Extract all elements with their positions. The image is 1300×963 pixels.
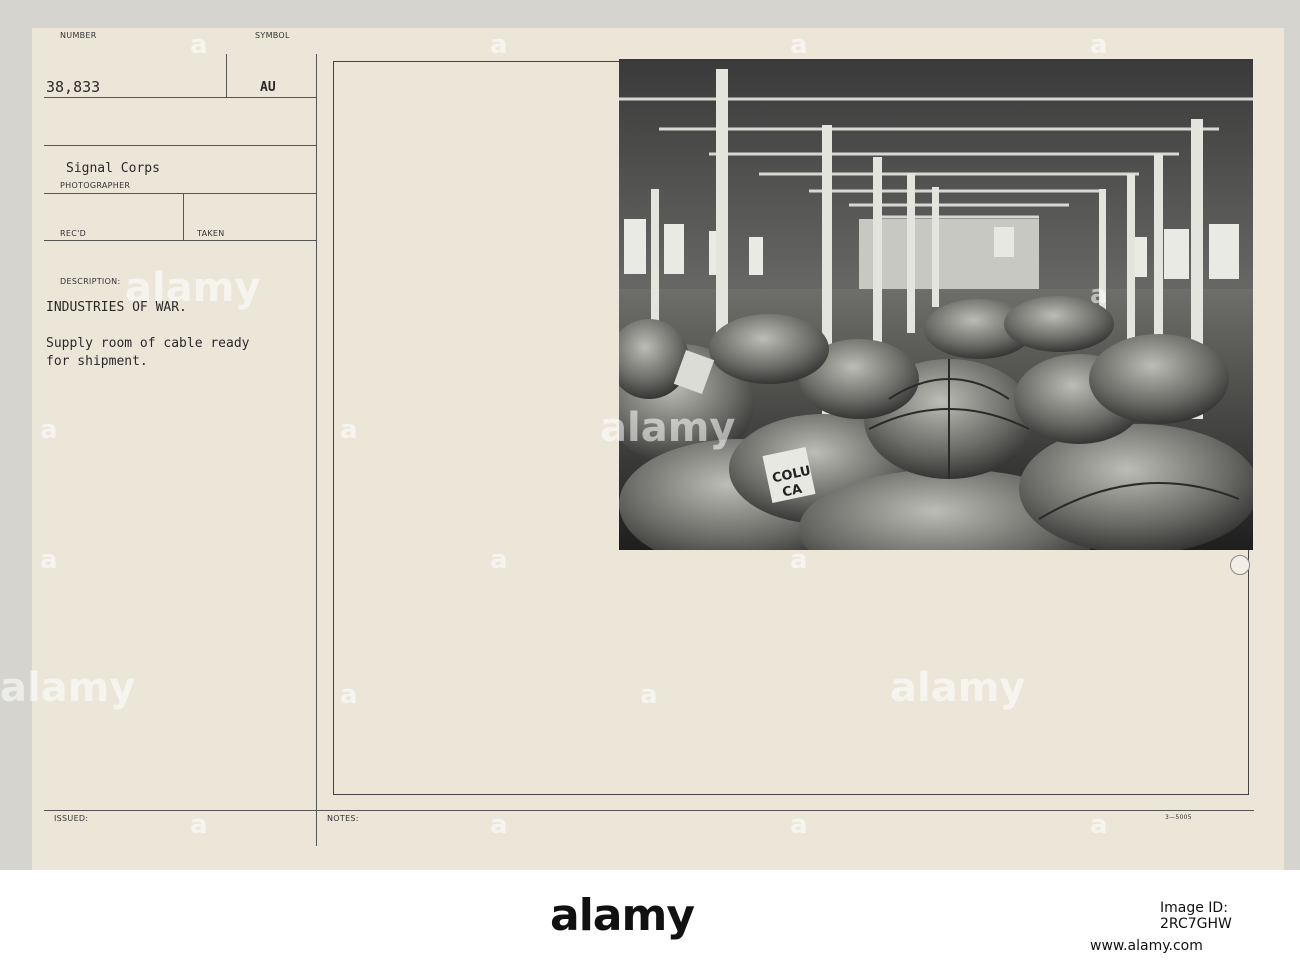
form-code: 3—5005 [1165, 814, 1192, 821]
recd-label: REC'D [60, 229, 87, 238]
recd-taken-divider [183, 194, 184, 240]
watermark-left: alamy [125, 265, 261, 311]
watermark-a-9: a [790, 545, 808, 575]
watermark-a-13: a [490, 810, 508, 840]
symbol-label: SYMBOL [255, 31, 290, 40]
photographer-value: Signal Corps [66, 161, 160, 176]
watermark-a-3: a [790, 30, 808, 60]
number-value: 38,833 [46, 78, 101, 96]
watermark-a-16: a [1090, 280, 1108, 310]
watermark-a-5: a [40, 415, 58, 445]
number-label: NUMBER [60, 31, 97, 40]
description-line1: Supply room of cable ready [46, 336, 250, 351]
watermark-a-14: a [790, 810, 808, 840]
watermark-a-6: a [340, 415, 358, 445]
watermark-a-2: a [490, 30, 508, 60]
watermark-a-7: a [40, 545, 58, 575]
watermark-photo: alamy [600, 405, 736, 451]
photographer-topline [44, 145, 316, 146]
issued-line [44, 810, 1254, 811]
symbol-value: AU [260, 80, 276, 95]
number-symbol-divider [226, 54, 227, 98]
warehouse-photo-illustration: COLU CA [619, 59, 1253, 550]
watermark-a-12: a [190, 810, 208, 840]
taken-label: TAKEN [197, 229, 225, 238]
left-column-divider [316, 54, 317, 846]
footer-brand: alamy [550, 890, 695, 941]
notes-label: NOTES: [327, 814, 359, 823]
recd-underline [44, 240, 316, 241]
description-line2: for shipment. [46, 354, 148, 369]
watermark-bottom-right: alamy [890, 665, 1026, 711]
watermark-a-8: a [490, 545, 508, 575]
photographer-underline [44, 193, 316, 194]
watermark-a-15: a [1090, 810, 1108, 840]
watermark-a-1: a [190, 30, 208, 60]
footer-site: www.alamy.com [1090, 938, 1203, 954]
warehouse-photo: COLU CA [619, 59, 1253, 550]
punch-hole [1230, 555, 1250, 575]
watermark-a-10: a [340, 680, 358, 710]
watermark-a-11: a [640, 680, 658, 710]
watermark-a-4: a [1090, 30, 1108, 60]
number-underline [44, 97, 316, 98]
description-label: DESCRIPTION: [60, 277, 121, 286]
issued-label: ISSUED: [54, 814, 89, 823]
footer-image-id: Image ID: 2RC7GHW [1160, 900, 1232, 932]
watermark-bottom-left: alamy [0, 665, 136, 711]
photographer-label: PHOTOGRAPHER [60, 181, 131, 190]
